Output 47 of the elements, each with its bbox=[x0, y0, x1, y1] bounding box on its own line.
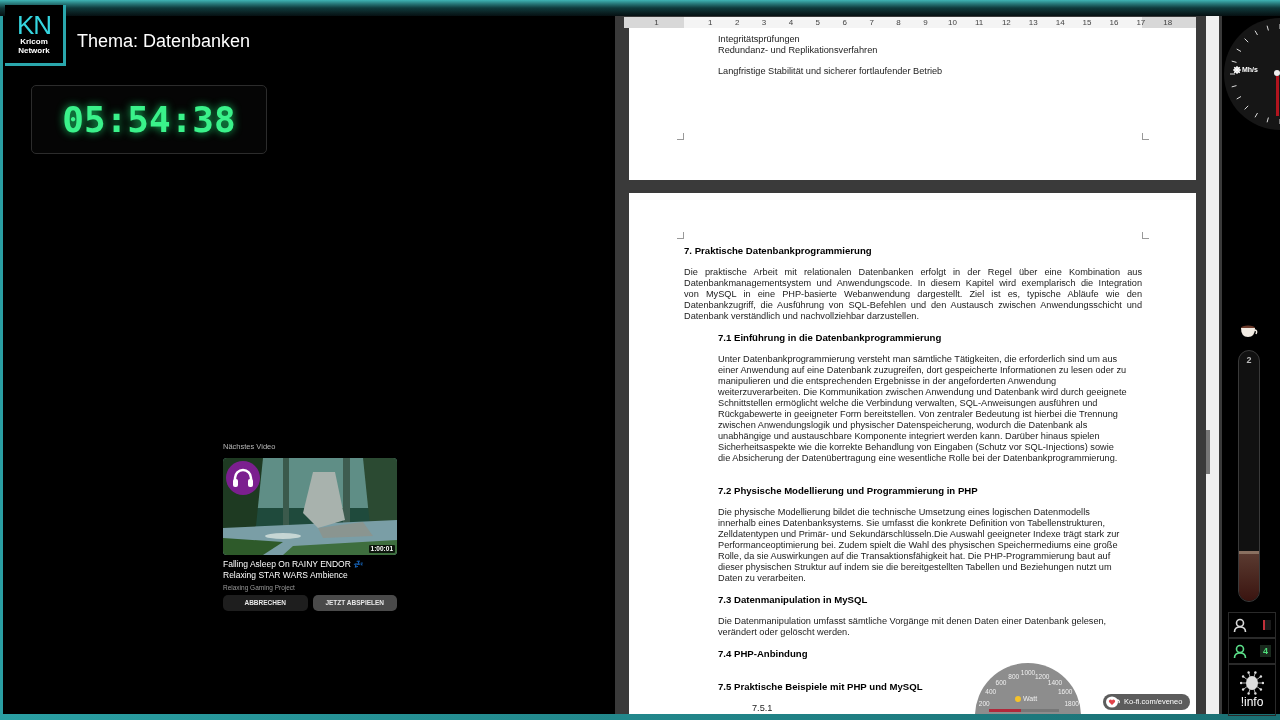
ruler-number: 14 bbox=[1055, 17, 1065, 28]
ruler-number: 18 bbox=[1163, 17, 1173, 28]
ruler-number: 8 bbox=[896, 17, 901, 28]
ruler-number: 16 bbox=[1109, 17, 1119, 28]
headphones-icon bbox=[226, 461, 260, 495]
paragraph: Langfristige Stabilität und sicherer fortlaufender Betrieb bbox=[718, 66, 943, 77]
paragraph: Die physische Modellierung bildet die technische Umsetzung eines logischen Datenmodells innerhalb eines Datenbanksystems. Sie umfasst die konkrete Definition von Tabellenstrukturen, Zelldatentypen und Primär- und Sekundärschlüsseln.Die Auswahl geeigneter Indexe trägt stark zur Performanceoptimierung bei. Zudem spielt die Wahl des physischen Speichermediums eine große Rolle, da sie Auswirkungen auf die Transaktionsfähigkeit hat. Die PHP-Programmierung baut auf dieser physischen Struktur auf indem sie die bereitgestellten Tabellen und Beziehungen nutzt um Daten zu verarbeiten. bbox=[718, 507, 1120, 584]
ruler-number: 12 bbox=[1001, 17, 1011, 28]
ruler-number: 11 bbox=[975, 17, 984, 28]
paragraph: Unter Datenbankprogrammierung versteht man sämtliche Tätigkeiten, die erforderlich sind um aus einer Anwendung auf eine Datenbank zuzugreifen, dort gespeicherte Informationen zu lesen oder zu manipulieren und die entsprechenden Ergebnisse in der angeforderten Anwendung weiterzuverarbeiten. Die Kommunikation zwischen Anwendung und Datenbank wird durch geeignete Schnittstellen ermöglicht welche die Verbindung verwalten, SQL-Anweisungen ausführen und Rückgabewerte in geeigneter Form bereitstellen. Von zentraler Bedeutung ist hierbei die Trennung zwischen Anwendungslogik und physischer Datenspeicherung, wodurch die Datenbank als unabhängige und austauschbare Komponente integriert werden kann. Darüber hinaus spielen Sicherheitsaspekte wie die korrekte Behandlung von Eingaben (Schutz vor SQL-Injections) sowie die Absicherung der Datenübertragung eine wesentliche Rolle bei der Datenbankprogrammierung. bbox=[718, 354, 1127, 464]
viewer-count: 4 bbox=[1260, 645, 1271, 657]
countdown-timer: 05:54:38 bbox=[62, 97, 236, 142]
chapter-heading: 7. Praktische Datenbankprogrammierung bbox=[684, 245, 872, 257]
status-indicator bbox=[1263, 620, 1271, 630]
subsection-heading: 7.5.1 bbox=[752, 703, 773, 714]
scrollbar[interactable] bbox=[1206, 16, 1219, 714]
ruler-number: 3 bbox=[761, 17, 767, 28]
section-heading: 7.3 Datenmanipulation in MySQL bbox=[718, 594, 868, 606]
section-heading: 7.4 PHP-Anbindung bbox=[718, 648, 808, 660]
ruler-number: 9 bbox=[923, 17, 928, 28]
gear-icon bbox=[1233, 66, 1241, 74]
section-heading: 7.2 Physische Modellierung und Programmierung in PHP bbox=[718, 485, 978, 497]
ruler-number: 1 bbox=[654, 17, 659, 28]
paragraph: Die praktische Arbeit mit relationalen Datenbanken erfolgt in der Regel über eine Kombination aus Datenbankmanagementsystem und Anwendungscode. In diesem Kapitel wird exemplarisch die Integration von MySQL in eine PHP-basierte Webanwendung dargestellt. Ziel ist es, typische Abläufe wie den Datenbankzugriff, die Ausführung von SQL-Befehlen und den Austausch zwischen Anwendungsschicht und Datenbank verständlich und nachvollziehbar darzustellen. bbox=[684, 267, 1142, 322]
section-heading: 7.5 Praktische Beispiele mit PHP und MySQL bbox=[718, 681, 923, 693]
ruler-number: 2 bbox=[734, 17, 740, 28]
paragraph: Die Datenmanipulation umfasst sämtliche Vorgänge mit denen Daten einer Datenbank gelesen, verändert oder gelöscht werden. bbox=[718, 616, 1107, 638]
video-title: Falling Asleep On RAINY ENDOR 💤 Relaxing STAR WARS Ambience bbox=[223, 559, 366, 581]
ruler-number: 5 bbox=[815, 17, 821, 28]
scrollbar-thumb[interactable] bbox=[1206, 430, 1210, 474]
ruler-number: 10 bbox=[948, 17, 957, 28]
person-icon bbox=[1233, 644, 1247, 658]
ruler-number: 15 bbox=[1082, 17, 1092, 28]
logo-initials: KN bbox=[16, 13, 52, 37]
section-heading: 7.1 Einführung in die Datenbankprogrammierung bbox=[718, 332, 942, 344]
coffee-count: 2 bbox=[1245, 355, 1253, 365]
ruler-number: 13 bbox=[1028, 17, 1038, 28]
paragraph: Integritätsprüfungen Redundanz- und Replikationsverfahren bbox=[718, 34, 878, 56]
ruler-number: 1 bbox=[708, 17, 713, 28]
info-label: !info bbox=[1240, 695, 1264, 709]
ruler-number: 7 bbox=[869, 17, 874, 28]
stream-title: Thema: Datenbanken bbox=[77, 30, 251, 52]
logo-name: Kricom Network bbox=[17, 37, 51, 55]
ruler-number: 4 bbox=[788, 17, 794, 28]
ruler-number: 17 bbox=[1136, 17, 1146, 28]
person-icon bbox=[1233, 618, 1247, 632]
ruler-number: 6 bbox=[842, 17, 847, 28]
